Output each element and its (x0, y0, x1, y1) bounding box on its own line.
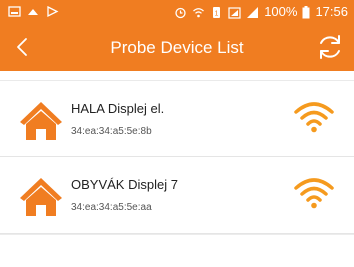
svg-text:1: 1 (215, 10, 219, 17)
wifi-signal-icon (294, 178, 334, 209)
status-right-icons: 1 100% 17:56 (174, 3, 348, 21)
wifi-signal-icon (294, 102, 334, 133)
gallery-notification-icon (8, 6, 21, 17)
page-title: Probe Device List (110, 38, 244, 57)
refresh-icon[interactable] (314, 31, 346, 63)
divider (0, 234, 354, 235)
status-bar: 1 100% 17:56 (0, 0, 354, 24)
device-list-item[interactable]: OBYVÁK Displej 7 34:ea:34:a5:5e:aa (0, 157, 354, 234)
status-left-icons (8, 5, 59, 18)
cloud-notification-icon (28, 9, 38, 15)
device-mac-address: 34:ea:34:a5:5e:aa (71, 202, 152, 213)
signal-box-icon (228, 6, 241, 19)
battery-percent: 100% (264, 4, 298, 19)
device-name: HALA Displej el. (71, 101, 165, 116)
device-mac-address: 34:ea:34:a5:5e:8b (71, 126, 152, 137)
wifi-status-icon (193, 7, 205, 17)
battery-icon (302, 5, 310, 18)
house-icon (20, 178, 62, 216)
sim-icon: 1 (213, 6, 221, 18)
cell-signal-icon (247, 6, 259, 18)
device-name: OBYVÁK Displej 7 (71, 177, 178, 192)
alarm-icon (175, 7, 186, 18)
device-list-item[interactable]: HALA Displej el. 34:ea:34:a5:5e:8b (0, 80, 354, 157)
play-notification-icon (47, 5, 59, 18)
clock: 17:56 (315, 4, 348, 19)
house-icon (20, 102, 62, 140)
app-bar: Probe Device List (0, 24, 354, 71)
